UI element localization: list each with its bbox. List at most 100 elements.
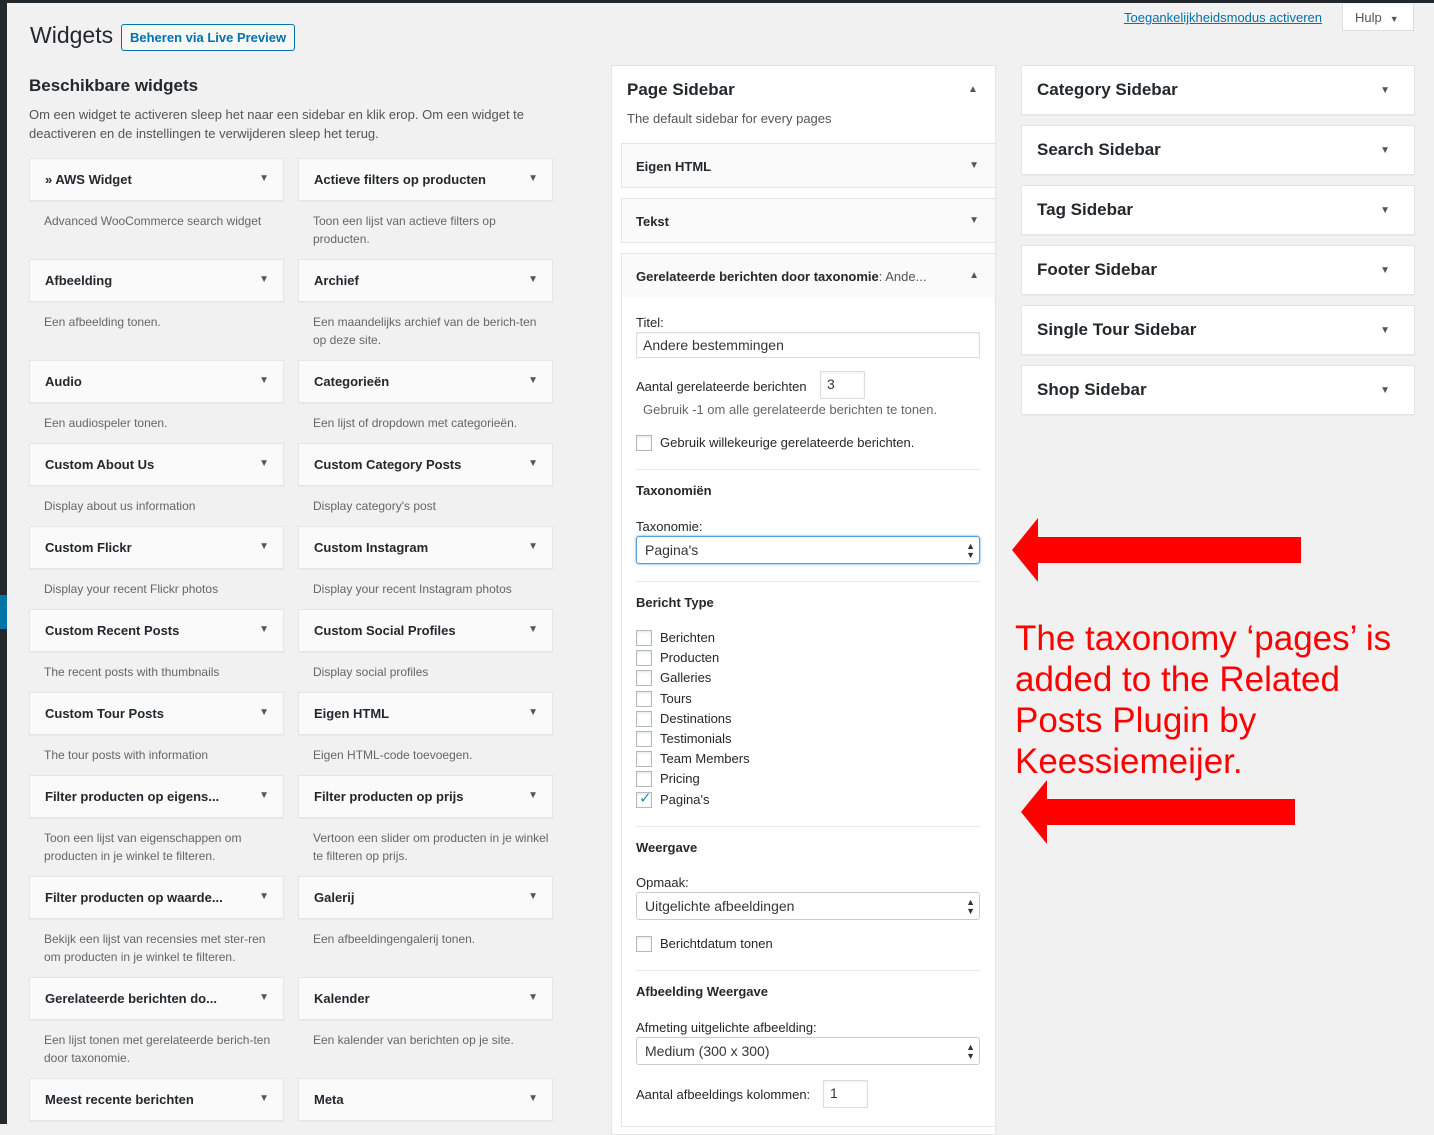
available-widget[interactable]: Afbeelding ▼ bbox=[29, 259, 284, 302]
post-type-checkbox[interactable] bbox=[636, 690, 652, 707]
post-type-checkbox[interactable] bbox=[636, 630, 652, 646]
expand-arrow-icon[interactable]: ▼ bbox=[259, 790, 269, 801]
post-type-checkbox[interactable] bbox=[636, 710, 652, 727]
image-size-select[interactable]: Medium (300 x 300) ▲ ▼ bbox=[636, 1037, 980, 1065]
available-widget[interactable]: Custom Social Profiles ▼ bbox=[298, 609, 553, 652]
expand-arrow-icon[interactable]: ▼ bbox=[528, 992, 538, 1003]
help-button[interactable]: Hulp ▼ bbox=[1342, 4, 1414, 31]
sidebar-box[interactable]: Single Tour Sidebar ▼ bbox=[1021, 305, 1415, 355]
expand-arrow-icon[interactable]: ▼ bbox=[1380, 205, 1390, 216]
widget-title: Categorieën bbox=[314, 374, 390, 389]
post-type-heading: Bericht Type bbox=[636, 595, 714, 610]
expand-arrow-icon[interactable]: ▼ bbox=[528, 274, 538, 285]
show-date-checkbox[interactable] bbox=[636, 936, 652, 952]
post-type-checkbox[interactable] bbox=[636, 650, 652, 667]
expand-arrow-icon[interactable]: ▼ bbox=[969, 215, 979, 226]
select-arrows-icon: ▲ ▼ bbox=[966, 897, 975, 916]
post-type-checkbox[interactable] bbox=[636, 731, 652, 747]
expand-arrow-icon[interactable]: ▼ bbox=[259, 375, 269, 386]
sidebar-box[interactable]: Tag Sidebar ▼ bbox=[1021, 185, 1415, 235]
sidebar-box[interactable]: Footer Sidebar ▼ bbox=[1021, 245, 1415, 295]
count-input[interactable]: 3 bbox=[820, 371, 865, 399]
available-widget[interactable]: Kalender ▼ bbox=[298, 977, 553, 1020]
expand-arrow-icon[interactable]: ▼ bbox=[528, 790, 538, 801]
expand-arrow-icon[interactable]: ▼ bbox=[1380, 385, 1390, 396]
expand-arrow-icon[interactable]: ▼ bbox=[1380, 145, 1390, 156]
titel-input[interactable]: Andere bestemmingen bbox=[636, 332, 980, 358]
expand-arrow-icon[interactable]: ▼ bbox=[259, 624, 269, 635]
expand-arrow-icon[interactable]: ▼ bbox=[1380, 85, 1390, 96]
expand-arrow-icon[interactable]: ▼ bbox=[259, 891, 269, 902]
expand-arrow-icon[interactable]: ▼ bbox=[528, 624, 538, 635]
post-type-checkbox[interactable] bbox=[636, 771, 652, 788]
image-size-label: Afmeting uitgelichte afbeelding: bbox=[636, 1020, 817, 1035]
random-checkbox[interactable] bbox=[636, 435, 652, 451]
collapse-arrow-icon[interactable]: ▲ bbox=[968, 84, 978, 95]
sidebar-widget-eigen-html[interactable]: Eigen HTML ▼ bbox=[621, 143, 996, 188]
columns-label: Aantal afbeeldings kolommen: bbox=[636, 1087, 811, 1102]
widget-title: Custom Category Posts bbox=[314, 457, 462, 472]
expand-arrow-icon[interactable]: ▼ bbox=[528, 375, 538, 386]
layout-select[interactable]: Uitgelichte afbeeldingen ▲ ▼ bbox=[636, 892, 980, 920]
expand-arrow-icon[interactable]: ▼ bbox=[528, 541, 538, 552]
expand-arrow-icon[interactable]: ▼ bbox=[528, 458, 538, 469]
available-widget[interactable]: Actieve filters op producten ▼ bbox=[298, 158, 553, 201]
expand-arrow-icon[interactable]: ▼ bbox=[259, 707, 269, 718]
post-type-checkbox[interactable] bbox=[636, 751, 652, 768]
collapse-arrow-icon[interactable]: ▲ bbox=[969, 270, 979, 281]
collapse-tab[interactable] bbox=[0, 595, 7, 629]
available-widget[interactable]: Meta ▼ bbox=[298, 1078, 553, 1121]
widget-description: Display social profiles bbox=[313, 665, 429, 679]
expand-arrow-icon[interactable]: ▼ bbox=[259, 173, 269, 184]
available-widget[interactable]: Archief ▼ bbox=[298, 259, 553, 302]
sidebar-widget-related-posts[interactable]: Gerelateerde berichten door taxonomie: A… bbox=[621, 253, 996, 298]
available-widget[interactable]: Filter producten op eigens... ▼ bbox=[29, 775, 284, 818]
available-widget[interactable]: Audio ▼ bbox=[29, 360, 284, 403]
available-widget[interactable]: Categorieën ▼ bbox=[298, 360, 553, 403]
sidebar-box[interactable]: Search Sidebar ▼ bbox=[1021, 125, 1415, 175]
page-sidebar-description: The default sidebar for every pages bbox=[627, 111, 832, 126]
widget-description: Eigen HTML-code toevoegen. bbox=[313, 748, 473, 762]
sidebar-box[interactable]: Category Sidebar ▼ bbox=[1021, 65, 1415, 115]
available-widget[interactable]: Meest recente berichten ▼ bbox=[29, 1078, 284, 1121]
image-display-heading: Afbeelding Weergave bbox=[636, 984, 768, 999]
available-widget[interactable]: Gerelateerde berichten do... ▼ bbox=[29, 977, 284, 1020]
available-widget[interactable]: Galerij ▼ bbox=[298, 876, 553, 919]
live-preview-button[interactable]: Beheren via Live Preview bbox=[121, 24, 296, 51]
available-widget[interactable]: Filter producten op prijs ▼ bbox=[298, 775, 553, 818]
widget-title: Custom Social Profiles bbox=[314, 623, 456, 638]
available-widget[interactable]: Custom About Us ▼ bbox=[29, 443, 284, 486]
sidebar-box[interactable]: Shop Sidebar ▼ bbox=[1021, 365, 1415, 415]
accessibility-mode-link[interactable]: Toegankelijkheidsmodus activeren bbox=[1124, 10, 1322, 25]
post-type-checkbox[interactable] bbox=[636, 670, 652, 687]
available-widget[interactable]: Custom Tour Posts ▼ bbox=[29, 692, 284, 735]
widget-description: Een maandelijks archief van de berich-te… bbox=[313, 315, 537, 347]
expand-arrow-icon[interactable]: ▼ bbox=[528, 891, 538, 902]
sidebar-widget-tekst[interactable]: Tekst ▼ bbox=[621, 198, 996, 243]
expand-arrow-icon[interactable]: ▼ bbox=[259, 274, 269, 285]
available-widget[interactable]: Filter producten op waarde... ▼ bbox=[29, 876, 284, 919]
columns-input[interactable]: 1 bbox=[823, 1080, 868, 1108]
available-widget[interactable]: » AWS Widget ▼ bbox=[29, 158, 284, 201]
widget-description: Een lijst tonen met gerelateerde berich-… bbox=[44, 1033, 271, 1065]
taxonomy-select[interactable]: Pagina's ▲ ▼ bbox=[636, 536, 980, 564]
available-widget[interactable]: Custom Instagram ▼ bbox=[298, 526, 553, 569]
post-type-checkbox[interactable]: ✓ bbox=[636, 790, 652, 808]
expand-arrow-icon[interactable]: ▼ bbox=[259, 458, 269, 469]
expand-arrow-icon[interactable]: ▼ bbox=[528, 173, 538, 184]
available-widget[interactable]: Custom Flickr ▼ bbox=[29, 526, 284, 569]
available-widget[interactable]: Custom Recent Posts ▼ bbox=[29, 609, 284, 652]
expand-arrow-icon[interactable]: ▼ bbox=[259, 541, 269, 552]
page-sidebar-title[interactable]: Page Sidebar bbox=[627, 80, 735, 100]
expand-arrow-icon[interactable]: ▼ bbox=[969, 160, 979, 171]
available-widget[interactable]: Eigen HTML ▼ bbox=[298, 692, 553, 735]
expand-arrow-icon[interactable]: ▼ bbox=[528, 707, 538, 718]
expand-arrow-icon[interactable]: ▼ bbox=[1380, 265, 1390, 276]
expand-arrow-icon[interactable]: ▼ bbox=[528, 1093, 538, 1104]
widget-title: » AWS Widget bbox=[45, 172, 132, 187]
expand-arrow-icon[interactable]: ▼ bbox=[259, 1093, 269, 1104]
expand-arrow-icon[interactable]: ▼ bbox=[259, 992, 269, 1003]
available-widget[interactable]: Custom Category Posts ▼ bbox=[298, 443, 553, 486]
expand-arrow-icon[interactable]: ▼ bbox=[1380, 325, 1390, 336]
select-arrows-icon: ▲ ▼ bbox=[966, 1042, 975, 1061]
